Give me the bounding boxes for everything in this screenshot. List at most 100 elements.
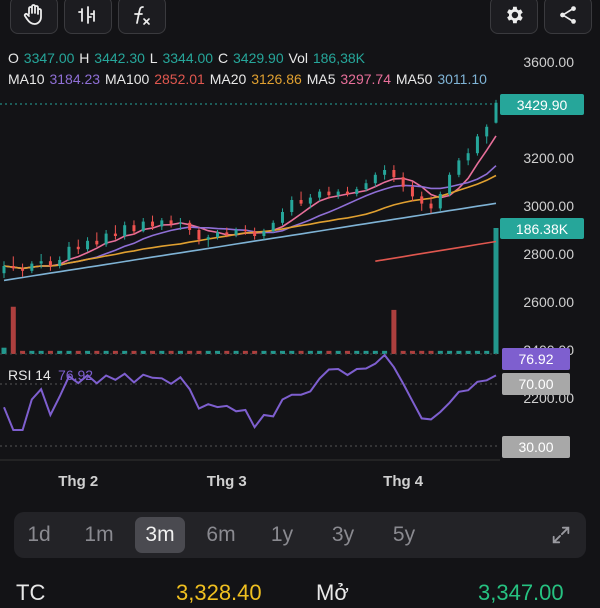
chart-canvas[interactable]: 3600.003200.003000.002800.002600.002400.… xyxy=(0,44,600,500)
indicator-tool-button[interactable] xyxy=(64,0,112,34)
candle-body xyxy=(58,260,62,266)
candle-body xyxy=(225,232,229,235)
drawing-hand-button[interactable] xyxy=(10,0,58,34)
reference-price-label: TC xyxy=(16,580,46,605)
settings-button[interactable] xyxy=(490,0,538,34)
candle-body xyxy=(420,196,424,204)
candle-body xyxy=(178,222,182,224)
candle-body xyxy=(262,231,266,236)
share-icon xyxy=(560,6,576,24)
candle-body xyxy=(290,200,294,212)
fullscreen-button[interactable] xyxy=(536,517,586,553)
price-axis-label: 3000.00 xyxy=(523,198,574,214)
timeframe-3y[interactable]: 3y xyxy=(318,517,368,553)
timeframe-5y[interactable]: 5y xyxy=(379,517,429,553)
timeframe-6m[interactable]: 6m xyxy=(196,517,246,553)
rsi-current-label: 76.92 xyxy=(518,351,553,367)
hand-pointer-icon xyxy=(23,4,42,25)
share-button[interactable] xyxy=(544,0,592,34)
rsi-70-label: 70.00 xyxy=(518,376,553,392)
volume-bar xyxy=(391,309,397,354)
candle-body xyxy=(410,186,414,197)
ma100-line xyxy=(375,240,497,262)
candle-body xyxy=(494,102,498,123)
price-axis-label: 2800.00 xyxy=(523,246,574,262)
timeframe-3m[interactable]: 3m xyxy=(135,517,185,553)
x-axis-label: Thg 4 xyxy=(383,473,424,490)
price-axis-label: 3600.00 xyxy=(523,54,574,70)
x-axis-label: Thg 2 xyxy=(58,473,98,490)
candle-body xyxy=(355,189,359,194)
gear-icon xyxy=(507,6,523,24)
candle-body xyxy=(95,240,99,245)
candle-body xyxy=(364,183,368,190)
last-price-label: 3429.90 xyxy=(517,97,568,113)
candle-body xyxy=(336,191,340,196)
candle-body xyxy=(30,263,34,271)
expand-icon xyxy=(552,526,570,544)
rsi-value: 76.92 xyxy=(58,367,93,383)
candle-body xyxy=(2,266,6,274)
volume-bar xyxy=(1,347,7,354)
function-icon xyxy=(134,6,150,25)
rsi-label: RSI 14 xyxy=(8,367,51,383)
chart-toolbar xyxy=(0,0,600,36)
candle-body xyxy=(392,170,396,178)
timeframe-selector: 1d 1m 3m 6m 1y 3y 5y xyxy=(14,512,586,558)
candle-body xyxy=(197,230,201,240)
candle-body xyxy=(206,237,210,240)
price-axis-label: 2600.00 xyxy=(523,294,574,310)
candle-body xyxy=(86,240,90,250)
candle-body xyxy=(132,225,136,232)
candle-body xyxy=(123,225,127,236)
candle-body xyxy=(188,222,192,230)
candle-body xyxy=(113,233,117,236)
candle-body xyxy=(271,222,275,232)
candle-body xyxy=(169,220,173,224)
candle-body xyxy=(373,174,377,184)
candle-body xyxy=(429,203,433,209)
candle-body xyxy=(308,197,312,204)
candle-body xyxy=(383,170,387,175)
candle-body xyxy=(141,221,145,232)
last-volume-label: 186.38K xyxy=(516,221,569,237)
candle-body xyxy=(448,174,452,194)
timeframe-1y[interactable]: 1y xyxy=(257,517,307,553)
volume-bar xyxy=(493,228,499,354)
candle-tool-icon xyxy=(78,6,95,24)
candle-body xyxy=(457,160,461,175)
candle-body xyxy=(253,231,257,236)
candle-body xyxy=(76,246,80,250)
candle-body xyxy=(39,261,43,264)
rsi-30-label: 30.00 xyxy=(518,439,553,455)
candle-body xyxy=(438,194,442,209)
function-button[interactable] xyxy=(118,0,166,34)
ma20-line xyxy=(3,174,497,270)
candle-body xyxy=(67,246,71,260)
timeframe-1m[interactable]: 1m xyxy=(74,517,124,553)
candle-body xyxy=(104,233,108,245)
timeframe-1d[interactable]: 1d xyxy=(14,517,64,553)
candle-body xyxy=(48,261,52,266)
price-axis-label: 3200.00 xyxy=(523,150,574,166)
candle-body xyxy=(318,191,322,198)
candle-body xyxy=(11,266,15,269)
x-axis-label: Thg 3 xyxy=(207,473,247,490)
candle-body xyxy=(160,220,164,227)
candle-body xyxy=(243,230,247,232)
reference-price-value: 3,328.40 xyxy=(176,580,262,605)
candle-body xyxy=(485,126,489,137)
candle-body xyxy=(345,191,349,194)
candle-body xyxy=(280,212,284,223)
candle-body xyxy=(327,191,331,196)
candle-body xyxy=(234,230,238,235)
open-price-value: 3,347.00 xyxy=(478,580,564,605)
candle-body xyxy=(475,136,479,154)
candle-body xyxy=(216,232,220,238)
price-chart[interactable]: 3600.003200.003000.002800.002600.002400.… xyxy=(0,44,600,500)
quote-summary: TC 3,328.40 Mở 3,347.00 xyxy=(0,578,600,608)
candle-body xyxy=(21,268,25,271)
candle-body xyxy=(401,177,405,187)
candle-body xyxy=(299,200,303,204)
volume-bar xyxy=(10,306,16,354)
